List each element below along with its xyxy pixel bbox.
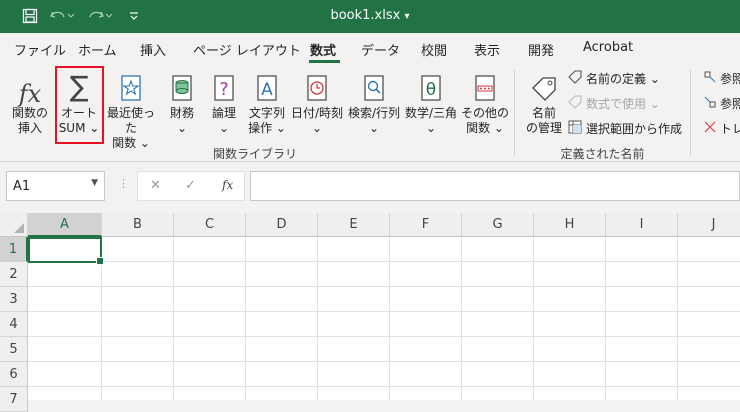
column-header[interactable]: J	[678, 213, 740, 237]
recently-used-button[interactable]: 最近使った 関数 ⌄	[103, 68, 159, 151]
enter-icon[interactable]: ✓	[185, 178, 196, 193]
svg-text:θ: θ	[426, 80, 436, 100]
column-header[interactable]: I	[606, 213, 678, 237]
use-in-formula-icon	[568, 95, 582, 112]
group-divider	[690, 70, 691, 156]
tab-file[interactable]: ファイル	[14, 40, 66, 59]
cancel-icon[interactable]: ✕	[150, 178, 161, 193]
date-time-button[interactable]: 日付/時刻 ⌄	[289, 68, 345, 136]
insert-function-button[interactable]: fx 関数の 挿入	[8, 68, 52, 136]
theta-book-icon: θ	[403, 68, 459, 102]
column-header[interactable]: A	[28, 213, 102, 237]
autosum-highlight-box	[55, 66, 104, 144]
math-trig-button[interactable]: θ 数学/三角 ⌄	[403, 68, 459, 136]
chevron-down-icon[interactable]: ▼	[91, 178, 98, 188]
active-cell-a1[interactable]	[28, 237, 104, 265]
star-book-icon	[103, 68, 159, 102]
window-title[interactable]: book1.xlsx ▾	[0, 8, 740, 23]
create-from-selection-button[interactable]: 選択範囲から作成	[568, 120, 682, 137]
tab-acrobat[interactable]: Acrobat	[583, 40, 633, 55]
tab-review[interactable]: 校閲	[421, 40, 447, 59]
column-header[interactable]: E	[318, 213, 390, 237]
select-all-button[interactable]	[0, 213, 28, 237]
group-label-defined-names: 定義された名前	[560, 147, 645, 161]
coins-book-icon	[164, 68, 200, 102]
trace-dependents-button[interactable]: 参照	[704, 95, 740, 112]
row-header[interactable]: 2	[0, 262, 28, 287]
formula-buttons: ✕ ✓ fx	[137, 171, 245, 201]
svg-text:?: ?	[219, 79, 229, 100]
text-book-icon: A	[245, 68, 289, 102]
logical-button[interactable]: ? 論理 ⌄	[206, 68, 242, 136]
name-box[interactable]: A1 ▼	[6, 171, 105, 201]
lookup-reference-button[interactable]: 検索/行列 ⌄	[346, 68, 402, 136]
name-manager-button[interactable]: 名前 の管理	[524, 68, 564, 136]
magnifier-book-icon	[346, 68, 402, 102]
column-header[interactable]: F	[390, 213, 462, 237]
formula-input[interactable]	[250, 171, 740, 201]
tab-formulas[interactable]: 数式	[310, 40, 336, 59]
row-header[interactable]: 6	[0, 362, 28, 387]
tab-developer[interactable]: 開発	[528, 40, 554, 59]
trace-dependents-icon	[704, 96, 716, 111]
remove-arrows-icon	[704, 121, 716, 136]
fx-icon: fx	[18, 80, 42, 108]
tag-small-icon	[568, 70, 582, 87]
ribbon: fx 関数の 挿入 ∑ オート SUM ⌄ 最近使った 関数 ⌄ 財務 ⌄ ? …	[0, 64, 740, 162]
grid-select-icon	[568, 120, 582, 137]
clock-book-icon	[289, 68, 345, 102]
column-header[interactable]: H	[534, 213, 606, 237]
group-label-function-library: 関数ライブラリ	[212, 147, 297, 161]
group-divider	[514, 70, 515, 156]
financial-button[interactable]: 財務 ⌄	[164, 68, 200, 136]
tab-insert[interactable]: 挿入	[140, 40, 166, 59]
insert-function-icon[interactable]: fx	[222, 178, 233, 192]
tab-view[interactable]: 表示	[474, 40, 500, 59]
column-header[interactable]: D	[246, 213, 318, 237]
column-header[interactable]: G	[462, 213, 534, 237]
chevron-down-icon: ▾	[404, 11, 410, 22]
file-name: book1.xlsx	[330, 8, 401, 23]
column-header[interactable]: C	[174, 213, 246, 237]
spreadsheet-grid: A B C D E F G H I J 1 2 3 4 5 6 7	[0, 213, 740, 412]
ribbon-tabs: ファイル ホーム 挿入 ページ レイアウト 数式 データ 校閲 表示 開発 Ac…	[0, 33, 740, 64]
text-functions-button[interactable]: A 文字列 操作 ⌄	[245, 68, 289, 136]
row-header[interactable]: 4	[0, 312, 28, 337]
remove-arrows-button[interactable]: トレ	[704, 120, 740, 137]
use-in-formula-button[interactable]: 数式で使用 ⌄	[568, 95, 660, 112]
active-tab-indicator	[309, 60, 340, 63]
title-bar: book1.xlsx ▾	[0, 0, 740, 33]
question-book-icon: ?	[206, 68, 242, 102]
trace-precedents-icon	[704, 71, 716, 86]
grip-icon[interactable]: ⋮	[118, 177, 129, 190]
more-functions-button[interactable]: その他の 関数 ⌄	[461, 68, 509, 136]
cell-area[interactable]	[28, 237, 740, 400]
tab-page-layout[interactable]: ページ レイアウト	[193, 40, 301, 59]
ellipsis-book-icon	[461, 68, 509, 102]
column-header[interactable]: B	[102, 213, 174, 237]
trace-precedents-button[interactable]: 参照	[704, 70, 740, 87]
tab-data[interactable]: データ	[361, 40, 400, 59]
row-header[interactable]: 1	[0, 237, 28, 262]
define-name-button[interactable]: 名前の定義 ⌄	[568, 70, 660, 87]
tag-icon	[524, 68, 564, 102]
tab-home[interactable]: ホーム	[78, 40, 117, 59]
svg-text:A: A	[261, 80, 273, 100]
row-header[interactable]: 3	[0, 287, 28, 312]
row-header[interactable]: 5	[0, 337, 28, 362]
formula-bar: A1 ▼ ⋮ ✕ ✓ fx	[0, 163, 740, 213]
